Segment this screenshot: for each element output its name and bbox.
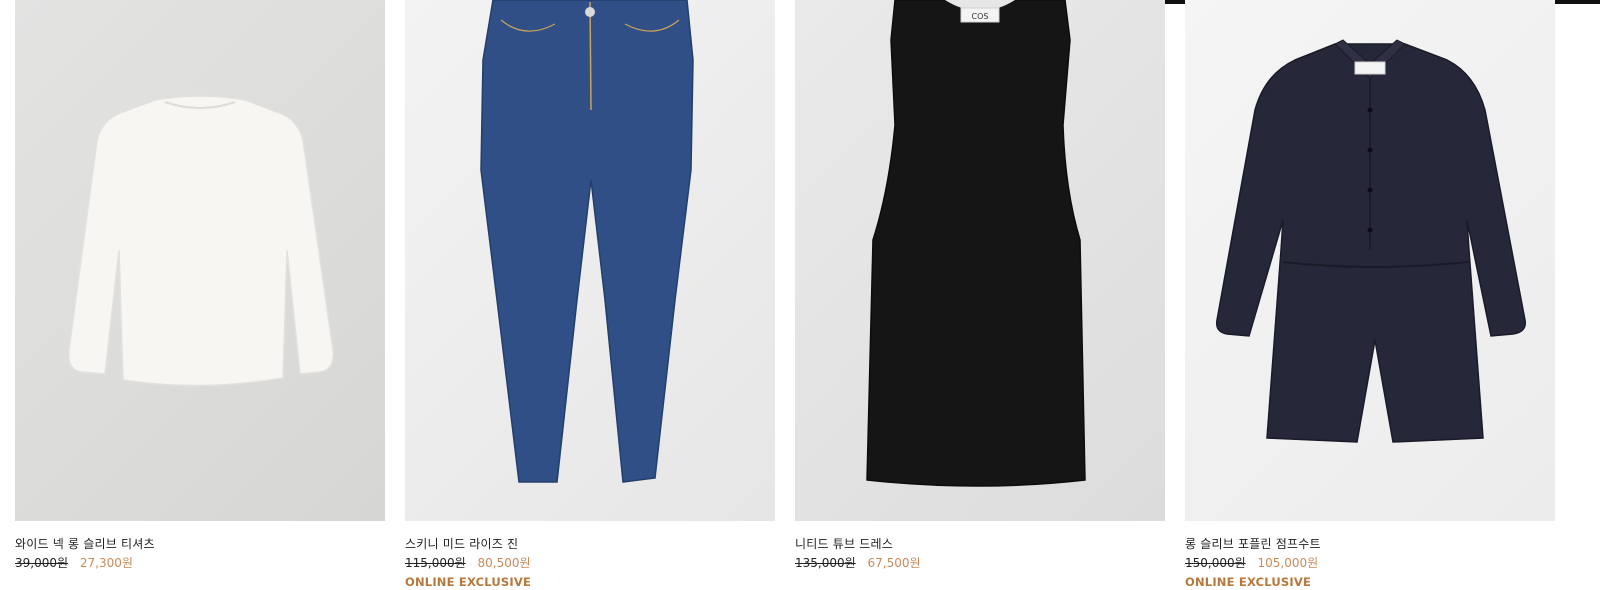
- product-name[interactable]: 와이드 넥 롱 슬리브 티셔츠: [15, 536, 385, 552]
- navy-poplin-jumpsuit-image: [1215, 39, 1526, 443]
- sale-price: 67,500원: [867, 556, 921, 570]
- black-knitted-dress-image: COS: [866, 0, 1086, 487]
- product-image[interactable]: [405, 0, 775, 521]
- original-price: 115,000원: [405, 556, 466, 570]
- product-name[interactable]: 스키니 미드 라이즈 진: [405, 536, 775, 552]
- product-prices: 115,000원 80,500원: [405, 555, 775, 571]
- product-image[interactable]: COS: [795, 0, 1165, 521]
- white-long-sleeve-tshirt-image: [68, 95, 334, 387]
- product-card[interactable]: 스키니 미드 라이즈 진 115,000원 80,500원 ONLINE EXC…: [405, 0, 775, 590]
- product-card[interactable]: COS 니티드 튜브 드레스 135,000원 67,500원: [795, 0, 1165, 590]
- original-price: 150,000원: [1185, 556, 1246, 570]
- product-image[interactable]: [1185, 0, 1555, 521]
- blue-skinny-jeans-image: [480, 0, 694, 483]
- original-price: 39,000원: [15, 556, 69, 570]
- online-exclusive-badge: ONLINE EXCLUSIVE: [1185, 575, 1312, 589]
- product-card[interactable]: 와이드 넥 롱 슬리브 티셔츠 39,000원 27,300원: [15, 0, 385, 590]
- product-name[interactable]: 니티드 튜브 드레스: [795, 536, 1165, 552]
- online-exclusive-badge: ONLINE EXCLUSIVE: [405, 575, 532, 589]
- product-card[interactable]: 롱 슬리브 포플린 점프수트 150,000원 105,000원 ONLINE …: [1185, 0, 1555, 590]
- garment-label-text: COS: [972, 12, 989, 21]
- original-price: 135,000원: [795, 556, 856, 570]
- product-prices: 150,000원 105,000원: [1185, 555, 1555, 571]
- product-name[interactable]: 롱 슬리브 포플린 점프수트: [1185, 536, 1555, 552]
- sale-price: 27,300원: [79, 556, 133, 570]
- sale-price: 105,000원: [1257, 556, 1319, 570]
- sale-price: 80,500원: [477, 556, 531, 570]
- product-image[interactable]: [15, 0, 385, 521]
- product-prices: 135,000원 67,500원: [795, 555, 1165, 571]
- product-grid: 와이드 넥 롱 슬리브 티셔츠 39,000원 27,300원 스키니 미드 라…: [15, 0, 1555, 590]
- product-prices: 39,000원 27,300원: [15, 555, 385, 571]
